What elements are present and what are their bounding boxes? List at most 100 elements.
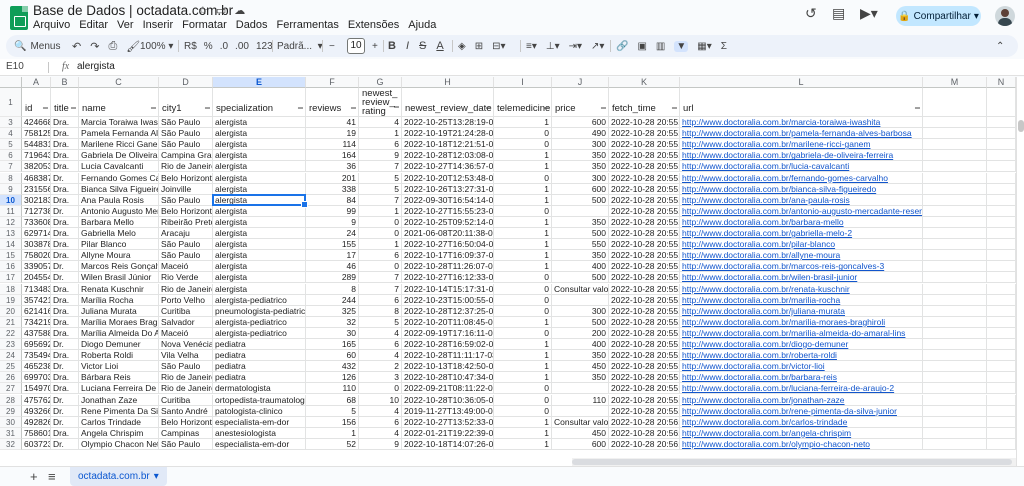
- url-link[interactable]: http://www.doctoralia.com.br/marcos-reis…: [680, 261, 923, 273]
- table-cell[interactable]: São Paulo: [159, 128, 213, 140]
- table-cell[interactable]: Dra.: [51, 372, 79, 384]
- menu-item-formatar[interactable]: Formatar: [182, 19, 227, 31]
- url-link[interactable]: http://www.doctoralia.com.br/gabriella-m…: [680, 228, 923, 239]
- table-cell[interactable]: São Paulo: [159, 250, 213, 262]
- column-header-m[interactable]: M: [923, 77, 987, 88]
- zoom-select[interactable]: 100% ▾: [140, 35, 173, 57]
- table-cell[interactable]: São Paulo: [159, 239, 213, 251]
- row-header[interactable]: 11: [0, 205, 22, 217]
- table-cell[interactable]: 6: [359, 416, 402, 428]
- text-rotation-icon[interactable]: ↗▾: [591, 41, 604, 52]
- row-header[interactable]: 32: [0, 438, 22, 450]
- table-cell[interactable]: 350: [552, 350, 609, 362]
- table-cell[interactable]: 350: [552, 372, 609, 384]
- table-cell[interactable]: 0: [494, 272, 552, 284]
- table-cell[interactable]: 9: [306, 216, 359, 228]
- row-header[interactable]: 23: [0, 339, 22, 350]
- table-cell[interactable]: Gabriela De Oliveira Ferr: [79, 150, 159, 162]
- table-cell[interactable]: 2022-10-28T12:37:25-03:00: [402, 305, 494, 317]
- empty-cell[interactable]: [923, 194, 987, 206]
- table-cell[interactable]: 303878: [22, 239, 51, 251]
- table-cell[interactable]: alergista: [213, 194, 306, 206]
- table-cell[interactable]: Vila Velha: [159, 350, 213, 362]
- table-cell[interactable]: Campina Grande: [159, 150, 213, 162]
- header-cell-title[interactable]: title ═: [51, 88, 79, 117]
- increase-decimal-button[interactable]: .00: [235, 41, 249, 52]
- table-cell[interactable]: 2022-10-27T14:36:57-03:00: [402, 161, 494, 173]
- table-cell[interactable]: alergista-pediatrico: [213, 316, 306, 328]
- table-cell[interactable]: 424668: [22, 117, 51, 128]
- table-cell[interactable]: 1: [494, 194, 552, 206]
- table-cell[interactable]: alergista: [213, 239, 306, 251]
- table-cell[interactable]: 5: [306, 405, 359, 417]
- table-cell[interactable]: 302183: [22, 194, 51, 206]
- column-header-c[interactable]: C: [79, 77, 159, 88]
- url-link[interactable]: http://www.doctoralia.com.br/jonathan-za…: [680, 394, 923, 406]
- empty-cell[interactable]: [987, 416, 1016, 428]
- row-header[interactable]: 17: [0, 272, 22, 284]
- filter-dropdown-icon[interactable]: ═: [205, 105, 210, 112]
- table-cell[interactable]: 1: [494, 339, 552, 350]
- table-cell[interactable]: pediatra: [213, 372, 306, 384]
- empty-cell[interactable]: [987, 183, 1016, 195]
- table-cell[interactable]: 300: [552, 172, 609, 184]
- table-cell[interactable]: Dr.: [51, 339, 79, 350]
- empty-cell[interactable]: [987, 128, 1016, 140]
- table-cell[interactable]: Dr.: [51, 261, 79, 273]
- table-cell[interactable]: 7: [359, 161, 402, 173]
- table-cell[interactable]: Ribeirão Preto: [159, 216, 213, 228]
- menu-item-dados[interactable]: Dados: [236, 19, 268, 31]
- decrease-decimal-button[interactable]: .0: [220, 41, 228, 52]
- table-cell[interactable]: 2022-10-28 20:55:02: [609, 117, 680, 128]
- table-cell[interactable]: 2022-10-28T11:11:17-03:00: [402, 350, 494, 362]
- table-cell[interactable]: 2022-10-28T11:26:07-03:00: [402, 261, 494, 273]
- filter-dropdown-icon[interactable]: ═: [151, 105, 156, 112]
- functions-icon[interactable]: Σ: [721, 41, 727, 52]
- row-header[interactable]: 29: [0, 405, 22, 417]
- menu-item-ver[interactable]: Ver: [117, 19, 134, 31]
- table-cell[interactable]: 0: [494, 128, 552, 140]
- table-cell[interactable]: Juliana Murata: [79, 305, 159, 317]
- empty-cell[interactable]: [923, 416, 987, 428]
- empty-cell[interactable]: [923, 128, 987, 140]
- table-cell[interactable]: 2022-10-18T12:21:51-03:00: [402, 139, 494, 151]
- table-cell[interactable]: 712738: [22, 205, 51, 217]
- table-cell[interactable]: [552, 405, 609, 417]
- table-cell[interactable]: 6: [359, 294, 402, 306]
- table-cell[interactable]: Dra.: [51, 128, 79, 140]
- filter-dropdown-icon[interactable]: ═: [351, 105, 356, 112]
- table-cell[interactable]: 289: [306, 272, 359, 284]
- table-cell[interactable]: 6: [359, 139, 402, 151]
- table-cell[interactable]: Pilar Blanco: [79, 239, 159, 251]
- table-cell[interactable]: 2022-10-25T09:52:14-03:00: [402, 216, 494, 228]
- row-header[interactable]: 16: [0, 261, 22, 273]
- row-header[interactable]: 12: [0, 216, 22, 228]
- table-cell[interactable]: 2022-10-23T15:00:55-03:00: [402, 294, 494, 306]
- filter-dropdown-icon[interactable]: ═: [544, 105, 549, 112]
- table-cell[interactable]: 1: [359, 205, 402, 217]
- row-header[interactable]: 14: [0, 239, 22, 251]
- table-cell[interactable]: Dra.: [51, 117, 79, 128]
- table-cell[interactable]: Marília Almeida Do Amar: [79, 327, 159, 339]
- url-link[interactable]: http://www.doctoralia.com.br/diogo-demun…: [680, 339, 923, 350]
- url-link[interactable]: http://www.doctoralia.com.br/marilia-alm…: [680, 327, 923, 339]
- redo-icon[interactable]: ↷: [90, 40, 99, 53]
- table-cell[interactable]: 1: [494, 239, 552, 251]
- table-cell[interactable]: Maceió: [159, 261, 213, 273]
- horizontal-scrollbar[interactable]: [572, 458, 1016, 466]
- table-cell[interactable]: 4: [359, 327, 402, 339]
- table-cell[interactable]: 10: [359, 394, 402, 406]
- empty-cell[interactable]: [923, 150, 987, 162]
- table-cell[interactable]: 52: [306, 438, 359, 450]
- table-cell[interactable]: Luciana Ferreira De Arau: [79, 383, 159, 395]
- url-link[interactable]: http://www.doctoralia.com.br/roberta-rol…: [680, 350, 923, 362]
- header-cell-newest-review-date[interactable]: newest_review_date ═: [402, 88, 494, 117]
- table-cell[interactable]: 1: [359, 128, 402, 140]
- table-cell[interactable]: 300: [552, 305, 609, 317]
- table-cell[interactable]: 2022-10-28 20:55:44: [609, 339, 680, 350]
- italic-icon[interactable]: I: [406, 40, 409, 52]
- table-cell[interactable]: 432: [306, 361, 359, 373]
- table-cell[interactable]: 450: [552, 361, 609, 373]
- table-cell[interactable]: 244: [306, 294, 359, 306]
- empty-cell[interactable]: [923, 316, 987, 328]
